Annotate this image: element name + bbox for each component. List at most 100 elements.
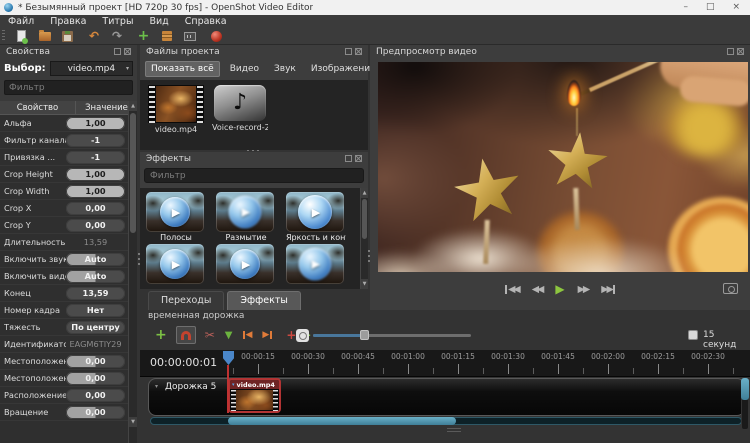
add-marker-button[interactable]: ▼ (225, 330, 233, 341)
resize-grip[interactable] (447, 428, 461, 432)
selector-label: Выбор: (4, 63, 46, 74)
jump-to-end-button[interactable]: ▶▶ (601, 284, 615, 295)
file-item-video[interactable]: video.mp4 (148, 85, 204, 134)
play-button[interactable]: ▶ (555, 282, 564, 296)
property-value[interactable]: 0,00 (66, 372, 125, 385)
effect-item[interactable]: ▶ (216, 244, 276, 284)
close-panel-icon[interactable] (124, 48, 131, 55)
zoom-slider-handle[interactable] (360, 330, 369, 340)
property-row: Вращение0,00 (0, 404, 128, 421)
property-value[interactable]: 0,00 (66, 355, 125, 368)
tab-effects[interactable]: Эффекты (227, 291, 301, 310)
property-value[interactable]: 0,00 (66, 202, 125, 215)
ruler-label: 00:01:00 (391, 352, 425, 361)
choose-profile-button[interactable] (209, 29, 223, 43)
new-project-button[interactable] (15, 29, 29, 43)
property-value[interactable]: 0,00 (66, 406, 125, 419)
property-value[interactable]: 0,00 (66, 389, 125, 402)
effects-scrollbar[interactable]: ▲ ▼ (360, 188, 368, 289)
scroll-down-icon[interactable]: ▼ (129, 417, 137, 427)
import-files-button[interactable]: + (137, 29, 151, 43)
property-row: Длительность13,59 (0, 234, 128, 251)
timeline-ruler[interactable]: 00:00:00:01 00:00:15 00:00:30 00:00:45 0… (140, 350, 750, 377)
snapshot-icon[interactable] (723, 283, 738, 294)
zoom-slider-icon[interactable] (296, 329, 309, 342)
timeline-hscrollbar-thumb[interactable] (228, 417, 456, 425)
menu-view[interactable]: Вид (141, 16, 176, 27)
undo-button[interactable]: ↶ (87, 29, 101, 43)
open-project-button[interactable] (38, 29, 52, 43)
float-panel-icon[interactable] (345, 48, 352, 55)
save-project-button[interactable] (61, 29, 75, 43)
clip-menu-icon[interactable]: ▾ (232, 382, 235, 388)
tab-transitions[interactable]: Переходы (148, 291, 224, 310)
effect-item[interactable]: ▶ (146, 244, 206, 284)
property-label: Фильтр канала (0, 135, 66, 145)
property-value[interactable]: 13,59 (66, 287, 125, 300)
playhead-marker[interactable] (223, 351, 234, 365)
effect-item-bars[interactable]: ▶ Полосы (146, 192, 206, 242)
razor-button[interactable]: ✂ (205, 328, 215, 342)
menu-file[interactable]: Файл (0, 16, 42, 27)
scroll-up-icon[interactable]: ▲ (129, 101, 137, 111)
effect-thumbnail: ▶ (216, 244, 274, 284)
file-item-audio[interactable]: ♪ Voice-record-20... (212, 85, 268, 132)
property-value[interactable]: -1 (66, 134, 125, 147)
menu-help[interactable]: Справка (177, 16, 235, 27)
tab-video[interactable]: Видео (225, 62, 264, 76)
fast-forward-button[interactable]: ▶▶ (578, 284, 589, 295)
rewind-button[interactable]: ◀◀ (532, 284, 543, 295)
property-value[interactable]: По центру (66, 321, 125, 334)
menu-edit[interactable]: Правка (42, 16, 94, 27)
jump-to-start-button[interactable]: ◀◀ (505, 284, 519, 295)
property-value[interactable]: 1,00 (66, 117, 125, 130)
property-value[interactable]: 1,00 (66, 185, 125, 198)
clip-header: ▾ video.mp4 (230, 380, 279, 389)
scissors-icon: ✂ (205, 328, 215, 342)
menu-titles[interactable]: Титры (94, 16, 141, 27)
effect-item[interactable]: ▶ (286, 244, 346, 284)
effect-item-brightness[interactable]: ▶ Яркость и конт... (286, 192, 346, 242)
scrollbar-thumb[interactable] (362, 199, 367, 239)
previous-marker-button[interactable]: ◀ (243, 330, 253, 340)
property-value[interactable]: -1 (66, 151, 125, 164)
tab-audio[interactable]: Звук (269, 62, 301, 76)
snapping-toggle[interactable] (176, 326, 196, 344)
timeline-clip[interactable]: ▾ video.mp4 (228, 378, 281, 413)
close-button[interactable]: × (732, 3, 740, 12)
close-panel-icon[interactable] (355, 48, 362, 55)
tab-show-all[interactable]: Показать всё (145, 61, 220, 77)
fullscreen-button[interactable] (183, 29, 197, 43)
float-panel-icon[interactable] (114, 48, 121, 55)
redo-button[interactable]: ↷ (110, 29, 124, 43)
export-video-button[interactable] (160, 29, 174, 43)
clip-selector-dropdown[interactable]: video.mp4 ▾ (50, 61, 133, 76)
scroll-down-icon[interactable]: ▼ (361, 279, 368, 289)
effects-filter-input[interactable] (144, 168, 364, 183)
close-panel-icon[interactable] (355, 155, 362, 162)
next-marker-button[interactable]: ▶ (262, 330, 272, 340)
add-track-button[interactable]: + (155, 328, 167, 342)
close-panel-icon[interactable] (737, 48, 744, 55)
scale-checkbox[interactable] (688, 330, 698, 340)
properties-filter-input[interactable] (4, 80, 133, 95)
scrollbar-thumb[interactable] (130, 113, 136, 233)
properties-scrollbar[interactable]: ▲ ▼ (128, 101, 137, 443)
property-value[interactable]: Auto (66, 253, 125, 266)
zoom-out-button[interactable]: + (286, 329, 296, 341)
float-panel-icon[interactable] (345, 155, 352, 162)
property-value[interactable]: 1,00 (66, 168, 125, 181)
effects-header: Эффекты (140, 152, 368, 165)
effect-item-blur[interactable]: ▶ Размытие (216, 192, 276, 242)
property-value[interactable]: Auto (66, 270, 125, 283)
scroll-up-icon[interactable]: ▲ (361, 188, 368, 198)
toolbar-grip[interactable] (2, 30, 5, 42)
maximize-button[interactable]: □ (706, 3, 715, 12)
property-value[interactable]: 0,00 (66, 219, 125, 232)
track-collapse-icon[interactable]: ▾ (155, 383, 158, 390)
minimize-button[interactable]: – (683, 3, 688, 12)
float-panel-icon[interactable] (727, 48, 734, 55)
bar-icon (613, 285, 615, 294)
property-value[interactable]: Нет (66, 304, 125, 317)
timeline-vscrollbar-thumb[interactable] (741, 378, 749, 400)
